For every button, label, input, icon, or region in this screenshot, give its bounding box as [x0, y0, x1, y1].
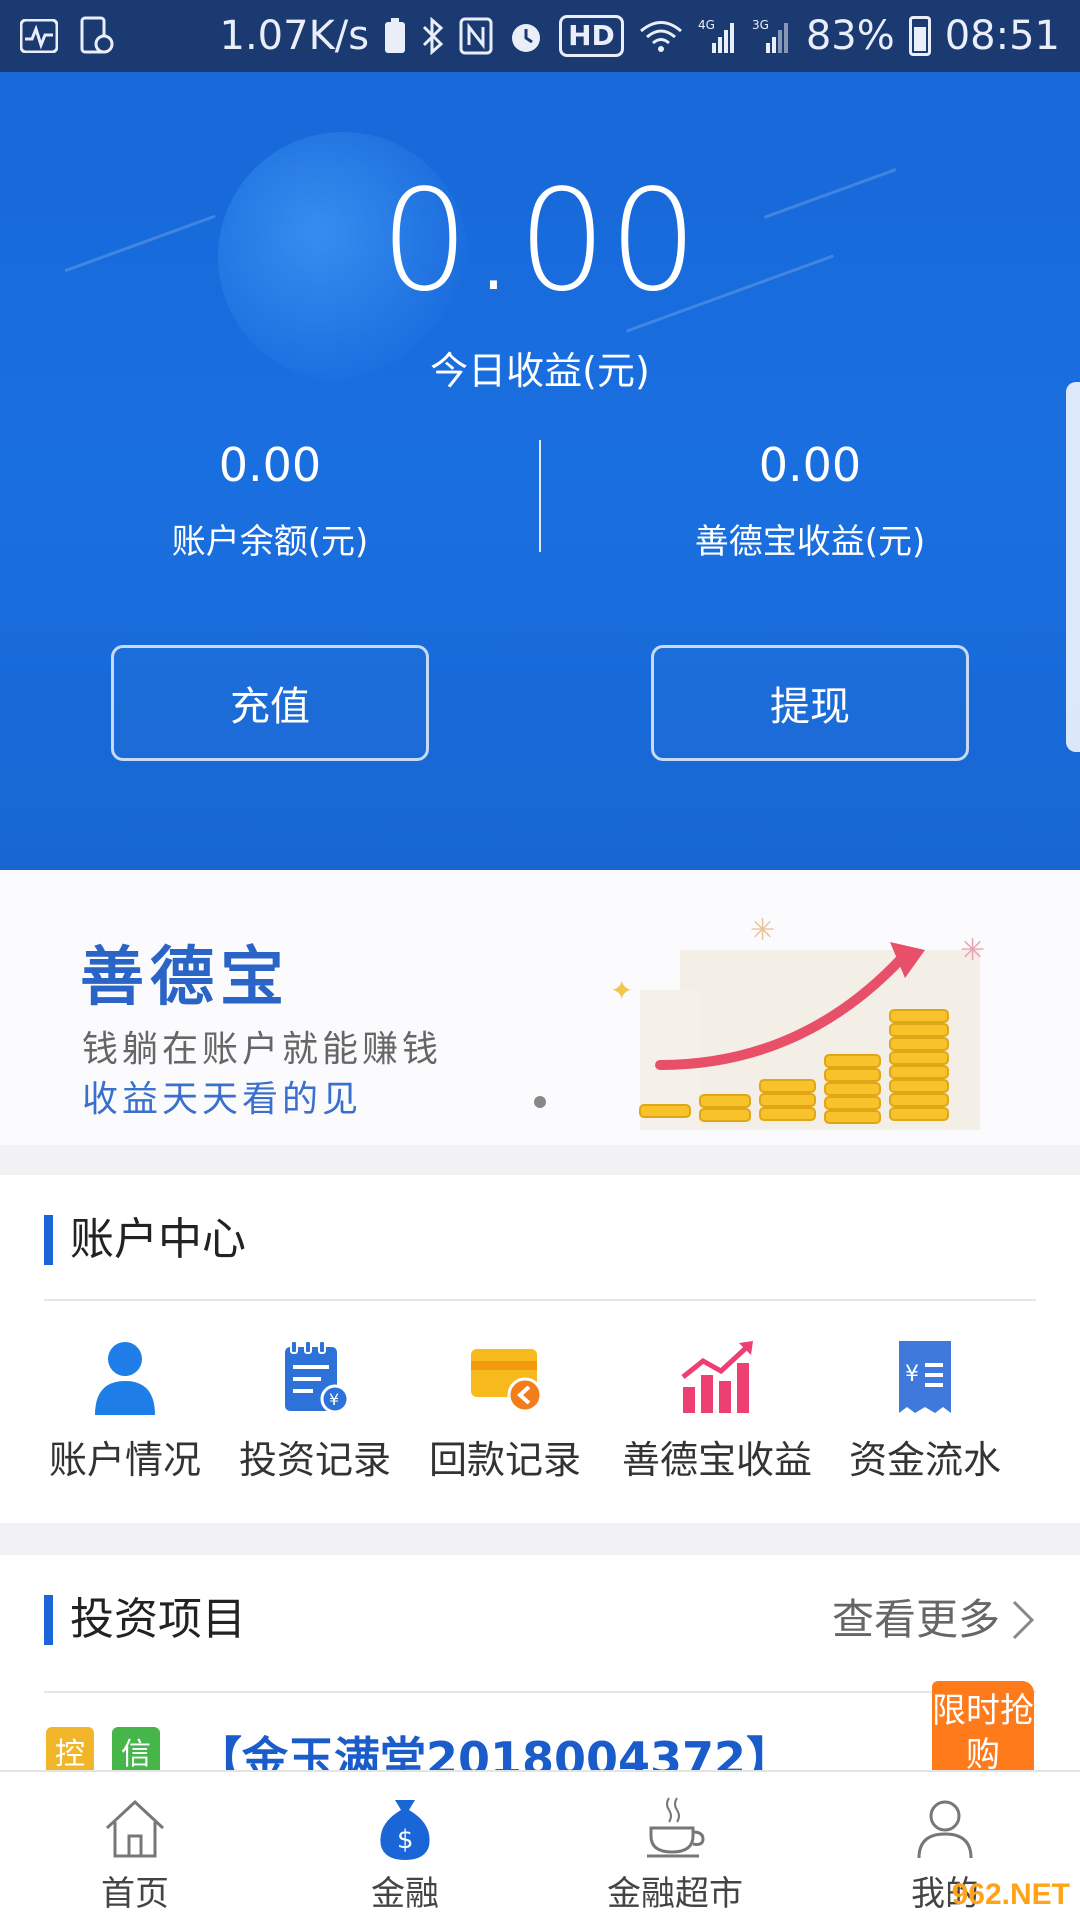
battery-icon: [908, 16, 931, 56]
sdb-earnings-label: 善德宝收益(元): [694, 522, 926, 562]
badge-credit: 信: [112, 1727, 160, 1775]
balance-stat: 0.00 账户余额(元): [0, 442, 540, 563]
home-icon: [105, 1799, 165, 1858]
svg-text:$: $: [397, 1825, 414, 1855]
menu-fund-flow[interactable]: ¥ 资金流水: [840, 1337, 1010, 1484]
sdb-earnings-stat: 0.00 善德宝收益(元): [540, 442, 1080, 563]
menu-label: 资金流水: [848, 1438, 1001, 1482]
menu-investment-records[interactable]: ¥ 投资记录: [230, 1337, 400, 1484]
section-divider: [44, 1299, 1036, 1301]
account-center-section: 账户中心 账户情况 ¥ 投资记录 回款记录 善德宝收益 ¥ 资金流水: [0, 1175, 1080, 1523]
svg-text:✳: ✳: [960, 933, 985, 968]
sdb-earnings-value: 0.00: [758, 438, 862, 492]
battery-percent: 83%: [805, 13, 895, 59]
card-return-icon: [471, 1349, 543, 1413]
site-watermark: 962.NET: [951, 1878, 1070, 1911]
nav-home[interactable]: 首页: [0, 1772, 270, 1920]
menu-label: 投资记录: [238, 1438, 391, 1482]
coffee-cup-icon: [647, 1797, 705, 1858]
menu-sdb-earnings[interactable]: 善德宝收益: [612, 1337, 822, 1484]
activity-icon: [20, 19, 58, 53]
banner-tagline-2: 收益天天看的见: [82, 1079, 363, 1120]
signal-4g-text: 4G: [698, 18, 715, 32]
net-speed: 1.07K/s: [219, 13, 370, 59]
banner-tagline-1: 钱躺在账户就能赚钱: [82, 1029, 443, 1070]
side-pull-tab[interactable]: [1066, 382, 1080, 752]
nfc-icon: [459, 17, 493, 55]
chevron-right-icon: [1012, 1600, 1035, 1640]
clock: 08:51: [944, 13, 1060, 59]
menu-account-status[interactable]: 账户情况: [40, 1337, 210, 1484]
section-divider: [44, 1691, 1036, 1693]
battery-saver-icon: [383, 17, 407, 55]
investment-title: 投资项目: [44, 1595, 246, 1645]
menu-label: 账户情况: [48, 1438, 201, 1482]
bottom-navigation: 首页 $ 金融 金融超市 我的 962.NET: [0, 1770, 1080, 1920]
investment-section: 投资项目 查看更多 控 信 【金玉满堂2018004372】 限时抢购: [0, 1555, 1080, 1786]
screen-record-icon: [80, 16, 114, 56]
notepad-yen-icon: ¥: [285, 1340, 350, 1414]
bluetooth-icon: [421, 17, 445, 55]
nav-finance-market[interactable]: 金融超市: [540, 1772, 810, 1920]
receipt-yen-icon: ¥: [899, 1341, 951, 1413]
today-earnings-value: 0.00: [380, 160, 700, 323]
balance-label: 账户余额(元): [171, 522, 369, 562]
badge-control: 控: [46, 1727, 94, 1775]
wifi-icon: [638, 18, 684, 54]
menu-label: 回款记录: [428, 1438, 581, 1482]
carousel-indicator[interactable]: [534, 1096, 546, 1108]
coin-growth-illustration: ✦ ✳ ✳: [610, 913, 985, 1130]
svg-text:✳: ✳: [750, 913, 775, 948]
finance-screen: 1.07K/s HD 4G 3G 83% 08:51 0.00 今日收益(元) …: [0, 0, 1080, 1920]
menu-repayment-records[interactable]: 回款记录: [420, 1337, 590, 1484]
banner-brand: 善德宝: [80, 941, 290, 1015]
view-more-link[interactable]: 查看更多: [832, 1595, 1036, 1645]
person-icon: [95, 1342, 155, 1415]
svg-text:✦: ✦: [610, 974, 633, 1007]
nav-label: 金融: [371, 1874, 439, 1914]
promo-banner[interactable]: 善德宝 钱躺在账户就能赚钱 收益天天看的见 ✦ ✳ ✳: [0, 870, 1080, 1145]
menu-label: 善德宝收益: [621, 1438, 812, 1482]
recharge-button[interactable]: 充值: [111, 645, 429, 761]
growth-chart-icon: [681, 1341, 753, 1413]
nav-label: 金融超市: [607, 1874, 743, 1914]
withdraw-button[interactable]: 提现: [651, 645, 969, 761]
svg-text:¥: ¥: [905, 1362, 919, 1387]
user-icon: [917, 1800, 973, 1859]
svg-text:¥: ¥: [329, 1390, 339, 1409]
nav-label: 首页: [101, 1874, 169, 1914]
status-bar: 1.07K/s HD 4G 3G 83% 08:51: [0, 0, 1080, 72]
signal-3g-icon: 3G: [752, 17, 792, 55]
signal-4g-icon: 4G: [698, 17, 738, 55]
today-earnings-label: 今日收益(元): [430, 349, 650, 393]
earnings-header: 0.00 今日收益(元) 0.00 账户余额(元) 0.00 善德宝收益(元) …: [0, 72, 1080, 870]
alarm-icon: [507, 17, 545, 55]
limited-time-tag: 限时抢购: [932, 1681, 1034, 1781]
signal-3g-text: 3G: [752, 18, 769, 32]
nav-finance[interactable]: $ 金融: [270, 1772, 540, 1920]
balance-value: 0.00: [218, 438, 322, 492]
hd-voice-indicator: HD: [559, 15, 624, 57]
account-center-title: 账户中心: [44, 1215, 246, 1265]
view-more-label: 查看更多: [831, 1595, 1000, 1644]
money-bag-icon: $: [380, 1800, 430, 1860]
